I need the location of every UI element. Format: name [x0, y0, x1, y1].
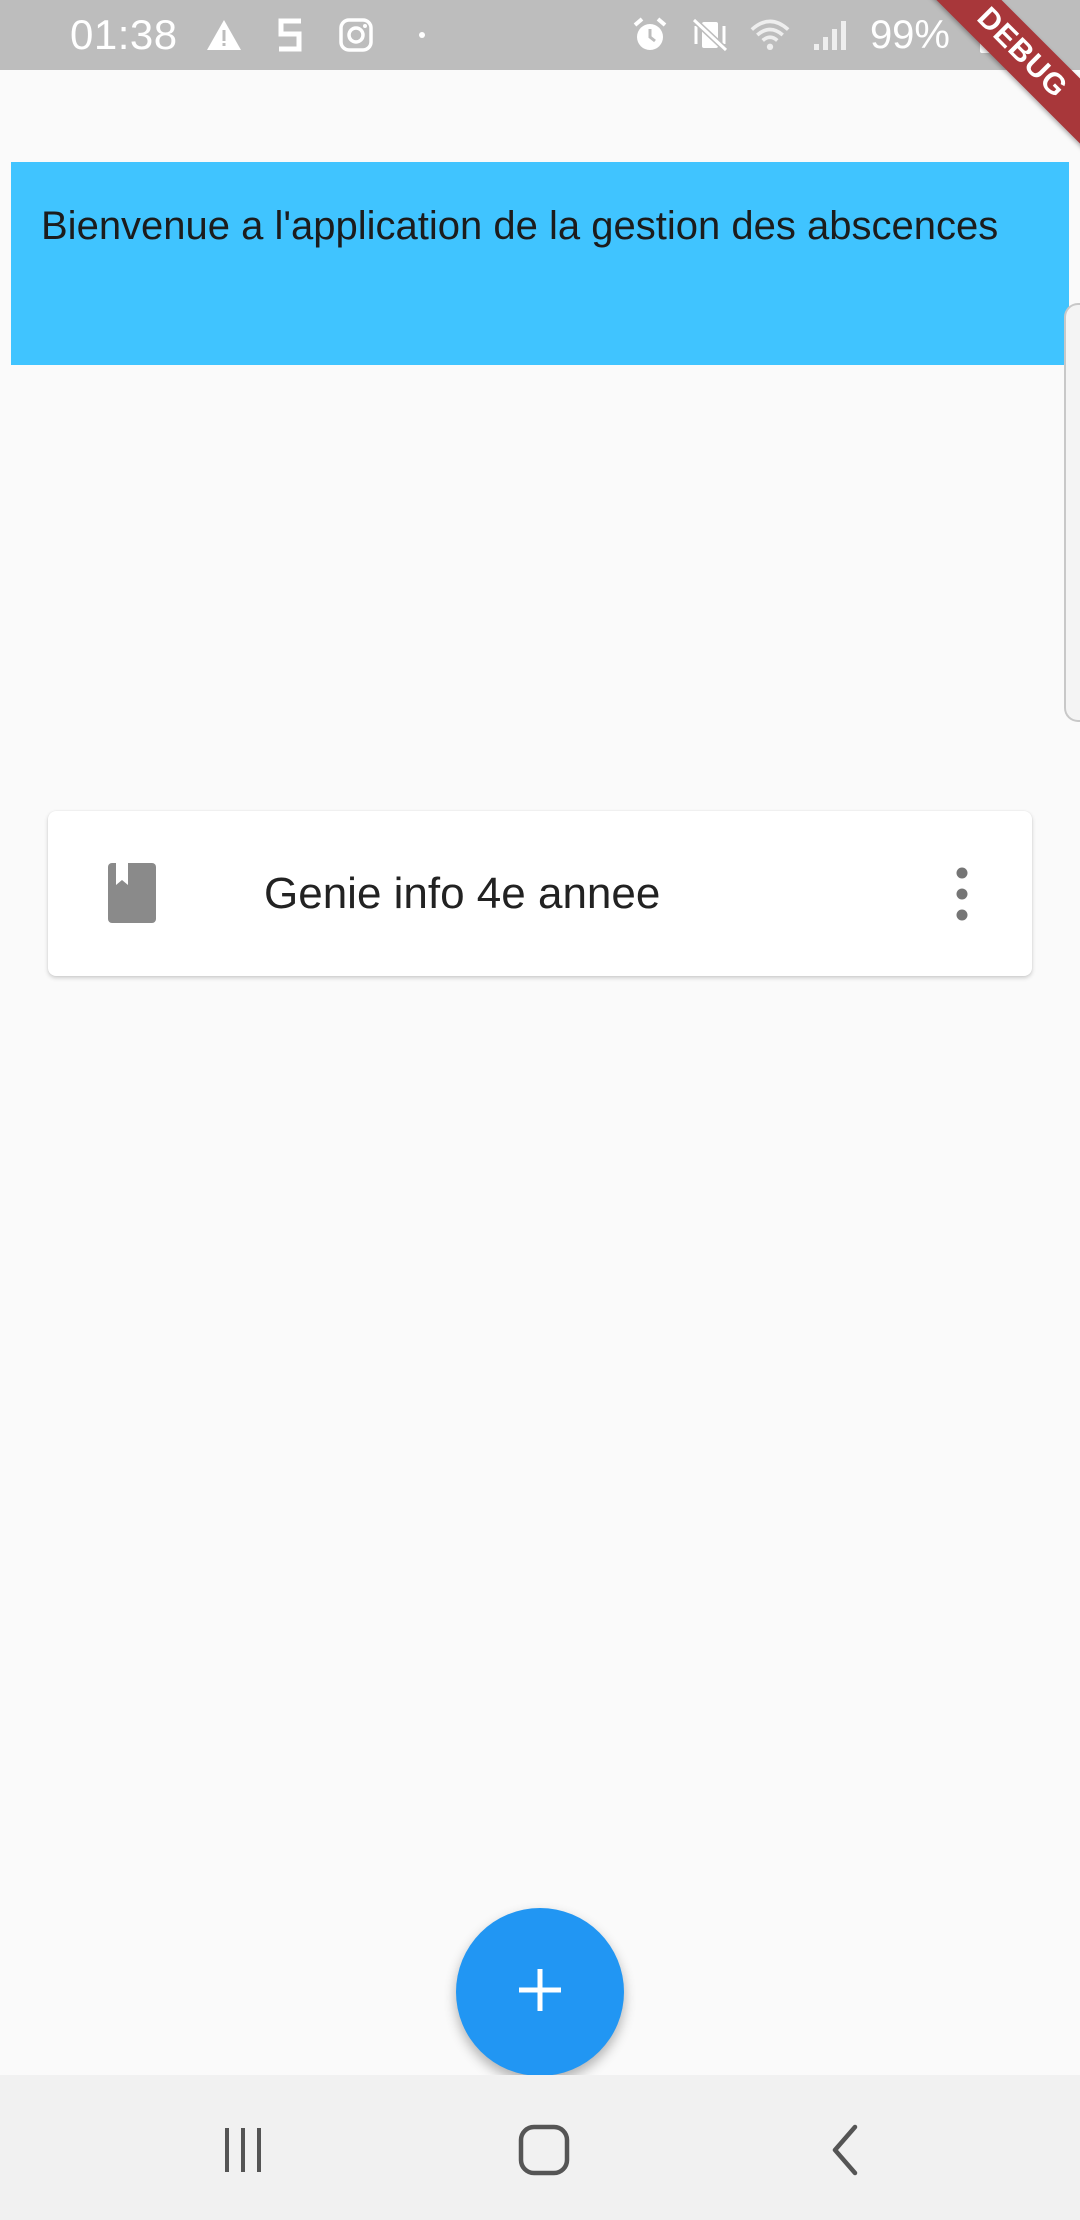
more-vert-icon[interactable]: [952, 867, 972, 921]
signal-icon: [810, 15, 850, 55]
status-time: 01:38: [70, 11, 178, 58]
dot-icon: [402, 15, 442, 55]
recent-apps-icon[interactable]: [208, 2115, 278, 2185]
add-button[interactable]: [456, 1908, 624, 2076]
status-bar: 01:38 99%: [0, 0, 1080, 70]
s-app-icon: [270, 15, 310, 55]
wifi-icon: [750, 15, 790, 55]
welcome-banner: Bienvenue a l'application de la gestion …: [11, 162, 1069, 365]
edge-panel-handle[interactable]: [1064, 303, 1080, 722]
welcome-text: Bienvenue a l'application de la gestion …: [41, 204, 999, 248]
list-item[interactable]: Genie info 4e annee: [48, 811, 1032, 976]
book-icon: [108, 863, 158, 923]
back-icon[interactable]: [810, 2115, 880, 2185]
warning-icon: [204, 15, 244, 55]
battery-percent: 99%: [869, 12, 950, 57]
vibrate-mute-icon: [690, 15, 730, 55]
instagram-icon: [336, 15, 376, 55]
list-item-title: Genie info 4e annee: [264, 869, 661, 918]
navigation-bar: [0, 2075, 1080, 2220]
home-icon[interactable]: [509, 2115, 579, 2185]
plus-icon: [517, 1967, 563, 2018]
alarm-icon: [630, 15, 670, 55]
